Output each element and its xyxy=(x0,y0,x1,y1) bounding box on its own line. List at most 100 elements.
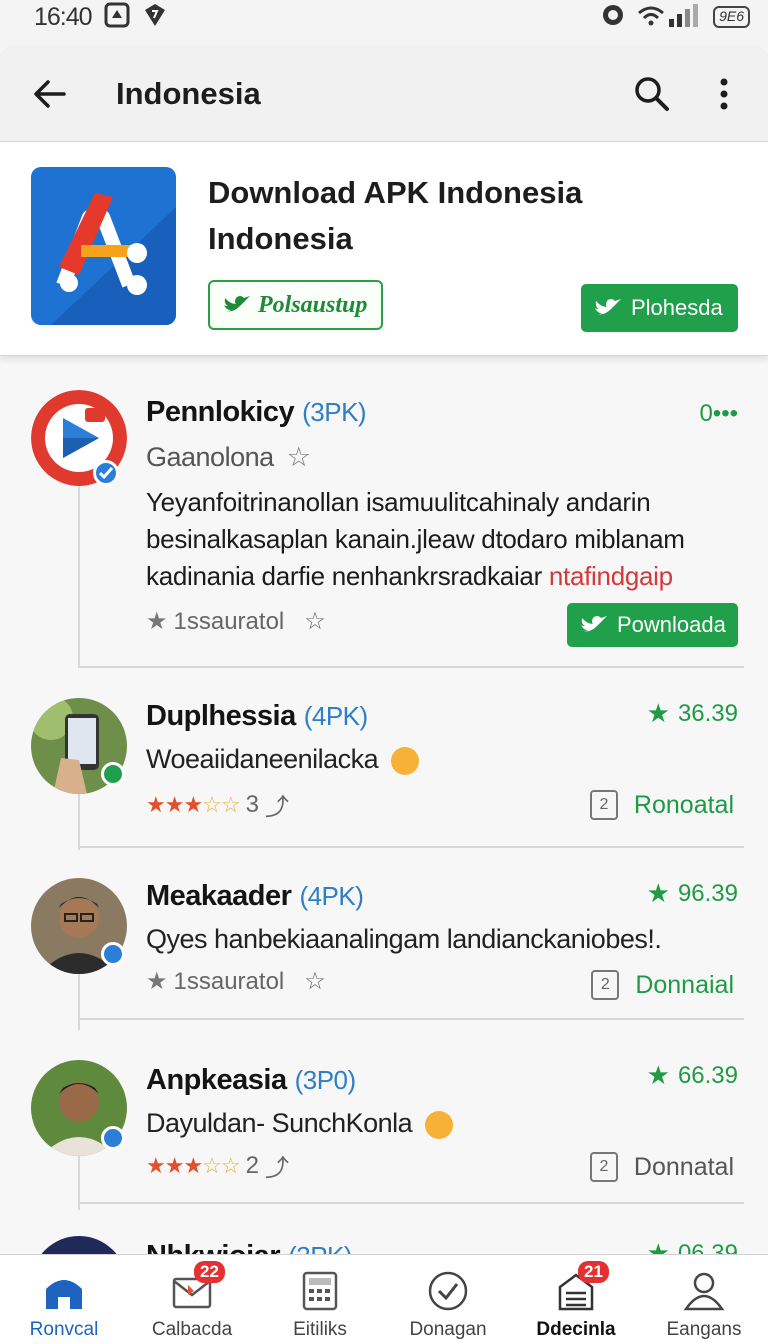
item-meta: ★ 1ssauratol ☆ xyxy=(146,607,326,636)
thread-line xyxy=(78,786,80,850)
star-icon: ★ xyxy=(646,1238,670,1254)
bird-icon xyxy=(595,299,621,315)
app-bar: Indonesia xyxy=(0,46,768,142)
nav-label: Donagan xyxy=(409,1319,487,1340)
item-name: Pennlokicy xyxy=(146,396,295,428)
smile-emoji-icon xyxy=(425,1110,454,1139)
action-label: Ronoatal xyxy=(633,790,734,819)
bottom-navigation: Ronvcal 22 Calbacda Eitiliks Donagan 21 … xyxy=(0,1254,768,1344)
item-name: Nhkwiojar xyxy=(146,1240,281,1254)
back-button[interactable] xyxy=(30,74,70,114)
divider xyxy=(78,666,744,668)
item-score: 0••• xyxy=(699,400,738,428)
item-subtitle: Woeaiidaneenilacka xyxy=(146,744,420,775)
meta-text: 1ssauratol xyxy=(173,607,285,635)
download-button[interactable]: Pownloada xyxy=(567,603,738,647)
solid-action-label: Plohesda xyxy=(631,295,723,320)
home-icon xyxy=(46,1280,82,1309)
avatar xyxy=(31,1236,127,1254)
notification-icon xyxy=(104,2,130,33)
online-status-icon xyxy=(101,762,125,786)
smile-emoji-icon xyxy=(391,746,420,775)
score-value: 0••• xyxy=(699,400,738,427)
search-button[interactable] xyxy=(632,74,672,114)
download-box-icon: 2 xyxy=(589,1152,618,1182)
item-score: ★ 06.39 xyxy=(647,1238,738,1254)
hero-title: Download APK Indonesia Indonesia xyxy=(208,170,748,262)
item-name: Anpkeasia xyxy=(146,1064,287,1096)
action-label: Donnaial xyxy=(635,970,734,999)
item-tag: (4PK) xyxy=(299,881,364,911)
nav-tools[interactable]: Eitiliks xyxy=(256,1255,384,1344)
star-icon: ★ xyxy=(646,878,670,908)
more-menu-button[interactable] xyxy=(710,74,738,114)
action-button[interactable]: 2 Ronoatal xyxy=(589,790,734,820)
list-item[interactable]: Pennlokicy (3PK) 0••• Gaanolona ☆ Yeyanfo… xyxy=(0,364,768,674)
app-header-card: Download APK Indonesia Indonesia Polsaus… xyxy=(0,142,768,356)
status-dot-icon xyxy=(101,942,125,966)
status-dot-icon xyxy=(101,1126,125,1150)
item-rating: ★★★☆☆ 2 ⤴ xyxy=(146,1148,289,1183)
subtitle-text: Woeaiidaneenilacka xyxy=(146,744,379,774)
nav-label: Calbacda xyxy=(151,1319,233,1340)
page-title: Indonesia xyxy=(116,76,261,111)
rating-count: 2 xyxy=(245,1151,259,1179)
nav-profile[interactable]: Eangans xyxy=(640,1255,768,1344)
star-icon: ★ xyxy=(646,1060,670,1090)
check-circle-icon xyxy=(428,1271,468,1311)
item-score: ★ 36.39 xyxy=(647,698,738,729)
star-icon: ★ xyxy=(146,608,168,635)
arrow-left-icon xyxy=(34,80,66,108)
item-tag: (4PK) xyxy=(303,701,368,731)
status-bar: 16:40 9E6 xyxy=(0,0,768,34)
bird-icon xyxy=(581,616,607,632)
item-subtitle: Qyes hanbekiaanalingam landianckaniobes!… xyxy=(146,924,662,955)
thread-line xyxy=(78,966,80,1030)
item-score: ★ 66.39 xyxy=(647,1060,738,1091)
solid-action-button[interactable]: Plohesda xyxy=(581,284,738,332)
bird-icon xyxy=(224,296,250,312)
rating-count: 3 xyxy=(245,790,259,818)
list-item[interactable]: Meakaader (4PK) ★ 96.39 Qyes hanbekiaanal… xyxy=(0,854,768,1034)
nav-label: Eitiliks xyxy=(293,1319,347,1340)
item-score: ★ 96.39 xyxy=(647,878,738,909)
star-icon: ★ xyxy=(146,968,168,995)
share-icon: ⤴ xyxy=(264,794,289,821)
nav-badge: 21 xyxy=(578,1261,609,1283)
item-meta: ★ 1ssauratol ☆ xyxy=(146,967,326,996)
item-description: Yeyanfoitrinanollan isamuulitcahinaly an… xyxy=(146,484,746,595)
download-label: Pownloada xyxy=(617,612,726,637)
action-button[interactable]: 2 Donnatal xyxy=(589,1152,734,1182)
nav-tasks[interactable]: Donagan xyxy=(384,1255,512,1344)
download-box-icon: 2 xyxy=(589,790,618,820)
list-item[interactable]: Nhkwiojar (3PK) ★ 06.39 xyxy=(0,1214,768,1254)
rating-stars-icon: ★★★☆☆ xyxy=(146,791,241,817)
description-highlight: ntafindgaip xyxy=(548,561,673,591)
divider xyxy=(78,1018,744,1020)
action-button[interactable]: 2 Donnaial xyxy=(591,970,734,1000)
outline-action-label: Polsaustup xyxy=(258,291,368,318)
verified-badge-icon xyxy=(93,460,119,486)
item-rating: ★★★☆☆ 3 ⤴ xyxy=(146,787,289,822)
list-item[interactable]: Anpkeasia (3P0) ★ 66.39 Dayuldan- SunchKo… xyxy=(0,1034,768,1214)
nav-messages[interactable]: 22 Calbacda xyxy=(128,1255,256,1344)
subtitle-text: Gaanolona xyxy=(146,442,274,472)
status-time: 16:40 xyxy=(34,2,93,31)
app-list: Pennlokicy (3PK) 0••• Gaanolona ☆ Yeyanfo… xyxy=(0,364,768,1254)
calculator-icon xyxy=(302,1271,338,1311)
outline-action-button[interactable]: Polsaustup xyxy=(208,280,383,330)
divider xyxy=(78,846,744,848)
nav-home[interactable]: Ronvcal xyxy=(0,1255,128,1344)
screen: 16:40 9E6 Indonesia Download APK Indones… xyxy=(0,0,768,1344)
wifi-signal-icon xyxy=(637,3,701,32)
item-tag: (3PK) xyxy=(288,1241,352,1254)
nav-inbox[interactable]: 21 Ddecinla xyxy=(512,1255,640,1344)
nav-label: Ronvcal xyxy=(29,1319,99,1340)
item-tag: (3P0) xyxy=(294,1065,357,1095)
item-title: Anpkeasia (3P0) xyxy=(146,1064,356,1097)
list-item[interactable]: Duplhessia (4PK) ★ 36.39 Woeaiidaneenilac… xyxy=(0,674,768,854)
download-box-icon: 2 xyxy=(591,970,620,1000)
item-name: Duplhessia xyxy=(146,700,296,732)
rating-stars-icon: ★★★☆☆ xyxy=(146,1152,241,1178)
battery-indicator: 9E6 xyxy=(713,6,750,28)
